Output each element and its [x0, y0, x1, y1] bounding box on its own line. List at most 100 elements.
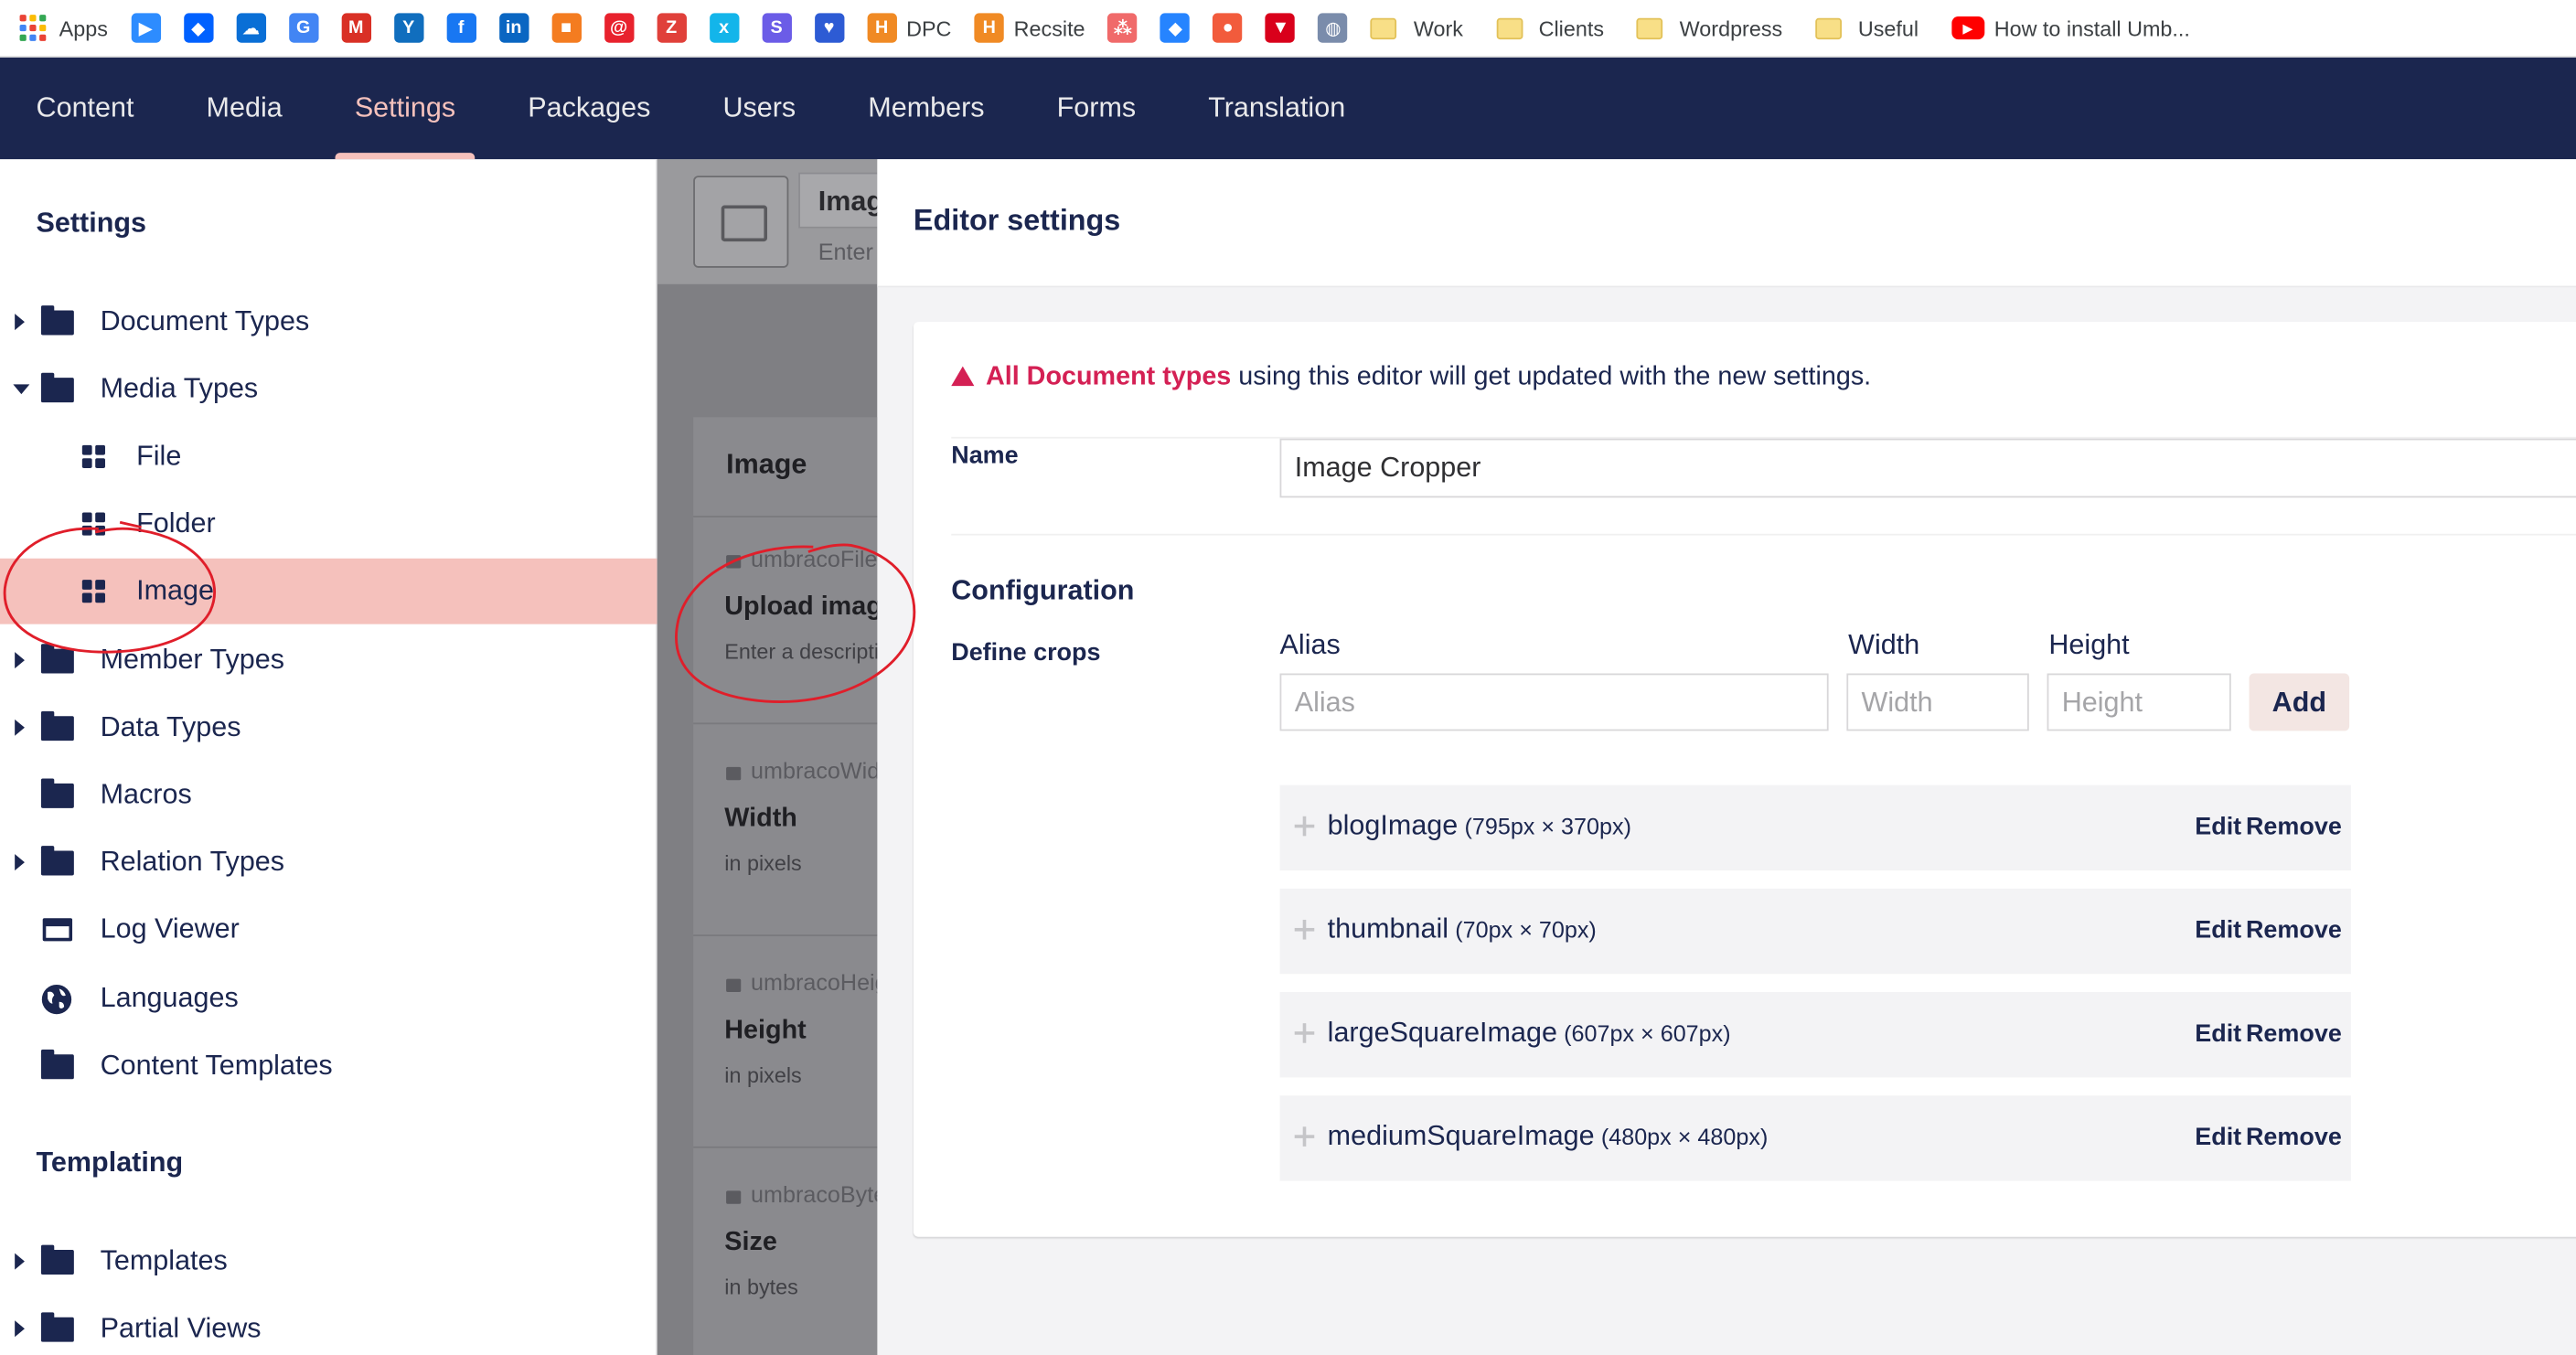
bookmark-item[interactable]: M — [341, 6, 371, 49]
bookmark-item[interactable]: ▶ — [131, 6, 161, 49]
tree-item-folder[interactable]: Folder — [0, 491, 657, 557]
drag-handle-icon[interactable] — [1294, 919, 1315, 940]
tree-item-macros[interactable]: Macros — [0, 763, 657, 828]
bookmark-item[interactable]: ⁂ — [1107, 6, 1138, 49]
bookmark-item[interactable]: Y — [393, 6, 423, 49]
drag-handle-icon[interactable] — [1294, 816, 1315, 837]
archive-icon — [42, 918, 73, 942]
crop-alias-text: blogImage — [1327, 809, 1459, 841]
bookmark-item[interactable]: @ — [604, 6, 634, 49]
tree-item-document-types[interactable]: Document Types — [0, 289, 657, 355]
tree-item-templates[interactable]: Templates — [0, 1229, 657, 1295]
bookmark-item[interactable]: x — [709, 6, 739, 49]
bookmark-item[interactable]: ◆ — [183, 6, 213, 49]
caret-right-icon[interactable] — [15, 1253, 25, 1270]
folder-icon — [40, 710, 74, 742]
crop-remove-link[interactable]: Remove — [2246, 1124, 2342, 1152]
name-input[interactable] — [1279, 438, 2576, 498]
bookmark-item[interactable]: ◆ — [1160, 6, 1191, 49]
tree-item-data-types[interactable]: Data Types — [0, 695, 657, 761]
bookmark-folder[interactable]: Wordpress — [1636, 6, 1782, 49]
heart-shield-icon: ♥ — [814, 13, 844, 43]
tree-item-label: Macros — [100, 778, 192, 810]
tree-item-label: Document Types — [100, 305, 310, 337]
crop-edit-link[interactable]: Edit — [2195, 916, 2241, 944]
alias-column-header: Alias — [1279, 629, 1341, 661]
folder-icon — [40, 1049, 74, 1080]
folder-icon — [40, 305, 74, 336]
nav-members[interactable]: Members — [832, 58, 1021, 159]
nav-packages[interactable]: Packages — [492, 58, 687, 159]
nav-users[interactable]: Users — [687, 58, 832, 159]
bookmark-item[interactable]: ♥ — [814, 6, 844, 49]
caret-right-icon[interactable] — [15, 652, 25, 669]
nav-forms[interactable]: Forms — [1021, 58, 1172, 159]
crop-remove-link[interactable]: Remove — [2246, 813, 2342, 841]
divider — [693, 722, 878, 725]
tree-item-label: Languages — [100, 982, 239, 1014]
tree-item-log-viewer[interactable]: Log Viewer — [0, 897, 657, 963]
bookmark-item[interactable]: H DPC — [866, 6, 951, 49]
grid-icon — [81, 512, 105, 536]
tree-item-relation-types[interactable]: Relation Types — [0, 829, 657, 895]
crop-remove-link[interactable]: Remove — [2246, 1020, 2342, 1049]
media-type-name-input[interactable]: Imag — [798, 172, 878, 229]
nav-content[interactable]: Content — [0, 58, 170, 159]
crop-row[interactable]: mediumSquareImage (480px × 480px) Edit Remo… — [1279, 1095, 2351, 1181]
image-placeholder-icon[interactable] — [693, 176, 789, 268]
crop-alias: blogImage (795px × 370px) — [1328, 810, 1631, 843]
bookmark-item[interactable]: ☁ — [236, 6, 266, 49]
bookmark-folder[interactable]: Work — [1371, 6, 1463, 49]
bookmark-folder[interactable]: Clients — [1495, 6, 1604, 49]
media-type-description-input[interactable]: Enter — [818, 238, 873, 264]
caret-down-icon[interactable] — [13, 384, 30, 395]
crop-edit-link[interactable]: Edit — [2195, 1124, 2241, 1152]
crop-height-input[interactable] — [2047, 673, 2231, 731]
tree-item-file[interactable]: File — [0, 423, 657, 489]
crop-row[interactable]: blogImage (795px × 370px) Edit Remove — [1279, 784, 2351, 871]
tree-item-languages[interactable]: Languages — [0, 966, 657, 1031]
crop-row[interactable]: largeSquareImage (607px × 607px) Edit Remov… — [1279, 992, 2351, 1078]
crop-alias-input[interactable] — [1279, 673, 1829, 731]
drag-handle-icon[interactable] — [1294, 1023, 1315, 1043]
tree-item-media-types[interactable]: Media Types — [0, 357, 657, 422]
tree-item-member-types[interactable]: Member Types — [0, 627, 657, 693]
bookmark-apps[interactable]: Apps — [19, 6, 108, 49]
top-navigation: Content Media Settings Packages Users Members… — [0, 57, 2576, 160]
tree-item-image[interactable]: Image — [0, 558, 657, 624]
crop-width-input[interactable] — [1846, 673, 2029, 731]
bookmark-item[interactable]: ◍ — [1318, 6, 1349, 49]
at-sign-icon: @ — [604, 13, 634, 43]
bookmark-item[interactable]: S — [761, 6, 792, 49]
caret-right-icon[interactable] — [15, 1320, 25, 1338]
crop-dimensions: (607px × 607px) — [1564, 1019, 1731, 1047]
crop-edit-link[interactable]: Edit — [2195, 813, 2241, 841]
property-description: in bytes — [724, 1275, 798, 1299]
nav-settings[interactable]: Settings — [318, 58, 491, 160]
bookmark-item[interactable]: H Recsite — [974, 6, 1085, 49]
bookmark-item[interactable]: f — [446, 6, 476, 49]
bookmark-item[interactable]: ■ — [551, 6, 582, 49]
bookmark-item[interactable]: ● — [1213, 6, 1244, 49]
crop-edit-link[interactable]: Edit — [2195, 1020, 2241, 1049]
drag-handle-icon[interactable] — [1294, 1126, 1315, 1147]
bookmark-item[interactable]: in — [498, 6, 529, 49]
nav-translation[interactable]: Translation — [1172, 58, 1382, 159]
caret-right-icon[interactable] — [15, 719, 25, 736]
bookmark-item[interactable]: ▼ — [1266, 6, 1296, 49]
crop-row[interactable]: thumbnail (70px × 70px) Edit Remove — [1279, 888, 2351, 975]
h-badge-icon: H — [866, 13, 897, 43]
crop-remove-link[interactable]: Remove — [2246, 916, 2342, 944]
bookmark-folder[interactable]: Useful — [1815, 6, 1919, 49]
caret-right-icon[interactable] — [15, 314, 25, 331]
add-crop-button[interactable]: Add — [2249, 673, 2350, 731]
google-icon: G — [288, 13, 318, 43]
bookmark-item[interactable]: G — [288, 6, 318, 49]
nav-media[interactable]: Media — [170, 58, 318, 159]
tree-item-partial-views[interactable]: Partial Views — [0, 1296, 657, 1355]
bookmark-item[interactable]: Z — [656, 6, 687, 49]
caret-right-icon[interactable] — [15, 854, 25, 871]
xero-icon: x — [709, 13, 739, 43]
bookmark-youtube[interactable]: ▶ How to install Umb... — [1951, 6, 2190, 49]
tree-item-content-templates[interactable]: Content Templates — [0, 1033, 657, 1099]
